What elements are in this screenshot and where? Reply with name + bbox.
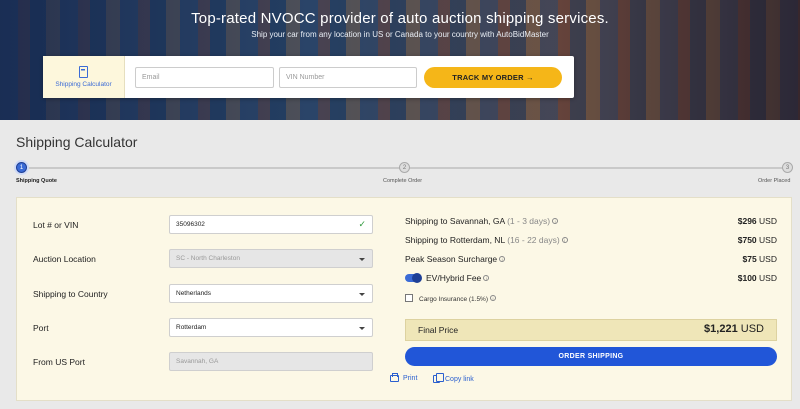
step-2-label: Complete Order: [383, 178, 423, 184]
final-price-label: Final Price: [418, 325, 459, 335]
savannah-days: (1 - 3 days): [507, 216, 551, 226]
info-icon[interactable]: i: [552, 218, 559, 224]
chevron-down-icon: [359, 258, 365, 261]
savannah-currency: USD: [759, 216, 777, 226]
print-link-label: Print: [403, 375, 418, 382]
checkmark-icon: ✓: [358, 219, 366, 229]
step-1-dot: 1: [16, 162, 27, 173]
rotterdam-amount: $750: [737, 235, 757, 245]
copy-link[interactable]: Copy link: [433, 373, 474, 383]
savannah-amount: $296: [737, 216, 757, 226]
from-us-port-value: Savannah, GA: [176, 358, 219, 365]
shipping-calculator-tab[interactable]: Shipping Calculator: [43, 56, 125, 98]
shipping-country-value: Netherlands: [176, 290, 212, 297]
info-icon[interactable]: i: [490, 295, 497, 301]
lot-vin-input[interactable]: 35096302 ✓: [169, 215, 373, 234]
step-2-dot: 2: [399, 162, 410, 173]
shipping-calculator-section: Shipping Calculator 1 2 3 Shipping Quote…: [0, 120, 800, 409]
final-price-currency: USD: [740, 323, 764, 335]
hero-banner: Top-rated NVOCC provider of auto auction…: [0, 0, 800, 120]
auction-location-select: SC - North Charleston: [169, 249, 373, 268]
shipping-country-select[interactable]: Netherlands: [169, 284, 373, 303]
auction-location-label: Auction Location: [33, 254, 96, 264]
port-select[interactable]: Rotterdam: [169, 318, 373, 337]
info-icon[interactable]: i: [483, 275, 490, 281]
lot-label: Lot # or VIN: [33, 220, 79, 230]
hero-subtitle: Ship your car from any location in US or…: [251, 30, 549, 39]
copy-icon: [433, 373, 444, 383]
rotterdam-days: (16 - 22 days): [507, 235, 560, 245]
calculator-card: Lot # or VIN 35096302 ✓ Auction Location…: [16, 197, 792, 401]
peak-season-label: Peak Season Surcharge: [405, 254, 498, 264]
chevron-down-icon: [359, 327, 365, 330]
final-price-amount: $1,221: [704, 323, 738, 335]
port-label: Port: [33, 323, 49, 333]
rotterdam-currency: USD: [759, 235, 777, 245]
printer-icon: [390, 373, 399, 382]
shipping-calculator-tab-label: Shipping Calculator: [55, 81, 112, 88]
hero-title: Top-rated NVOCC provider of auto auction…: [191, 10, 609, 27]
step-3-label: Order Placed: [758, 178, 791, 184]
email-input[interactable]: Email: [135, 67, 274, 88]
cargo-insurance-label: Cargo Insurance (1.5%): [419, 296, 489, 303]
track-order-bar: Shipping Calculator Email VIN Number TRA…: [43, 56, 574, 98]
info-icon[interactable]: i: [499, 256, 506, 262]
ev-hybrid-amount: $100: [737, 273, 757, 283]
progress-stepper: 1 2 3 Shipping Quote Complete Order Orde…: [16, 162, 796, 186]
savannah-label: Shipping to Savannah, GA: [405, 216, 505, 226]
port-value: Rotterdam: [176, 324, 207, 331]
chevron-down-icon: [359, 293, 365, 296]
ev-hybrid-currency: USD: [759, 273, 777, 283]
peak-season-currency: USD: [759, 254, 777, 264]
info-icon[interactable]: i: [561, 237, 568, 243]
peak-season-amount: $75: [742, 254, 757, 264]
step-3-dot: 3: [782, 162, 793, 173]
cargo-insurance-checkbox[interactable]: [405, 294, 413, 302]
from-us-port-label: From US Port: [33, 357, 85, 367]
copy-link-label: Copy link: [445, 375, 474, 383]
calculator-icon: [79, 66, 88, 78]
ev-hybrid-toggle[interactable]: [405, 273, 422, 283]
final-price-box: Final Price $1,221 USD: [405, 319, 777, 341]
lot-vin-value: 35096302: [176, 221, 205, 228]
vin-number-input[interactable]: VIN Number: [279, 67, 417, 88]
order-shipping-button[interactable]: ORDER SHIPPING: [405, 347, 777, 366]
track-my-order-button[interactable]: TRACK MY ORDER →: [424, 67, 562, 88]
step-1-label: Shipping Quote: [16, 178, 57, 184]
ev-hybrid-label: EV/Hybrid Fee: [426, 273, 482, 283]
rotterdam-label: Shipping to Rotterdam, NL: [405, 235, 505, 245]
shipping-country-label: Shipping to Country: [33, 289, 108, 299]
from-us-port-field: Savannah, GA: [169, 352, 373, 371]
page-title: Shipping Calculator: [16, 134, 138, 150]
print-link[interactable]: Print: [390, 373, 418, 382]
auction-location-value: SC - North Charleston: [176, 255, 240, 262]
